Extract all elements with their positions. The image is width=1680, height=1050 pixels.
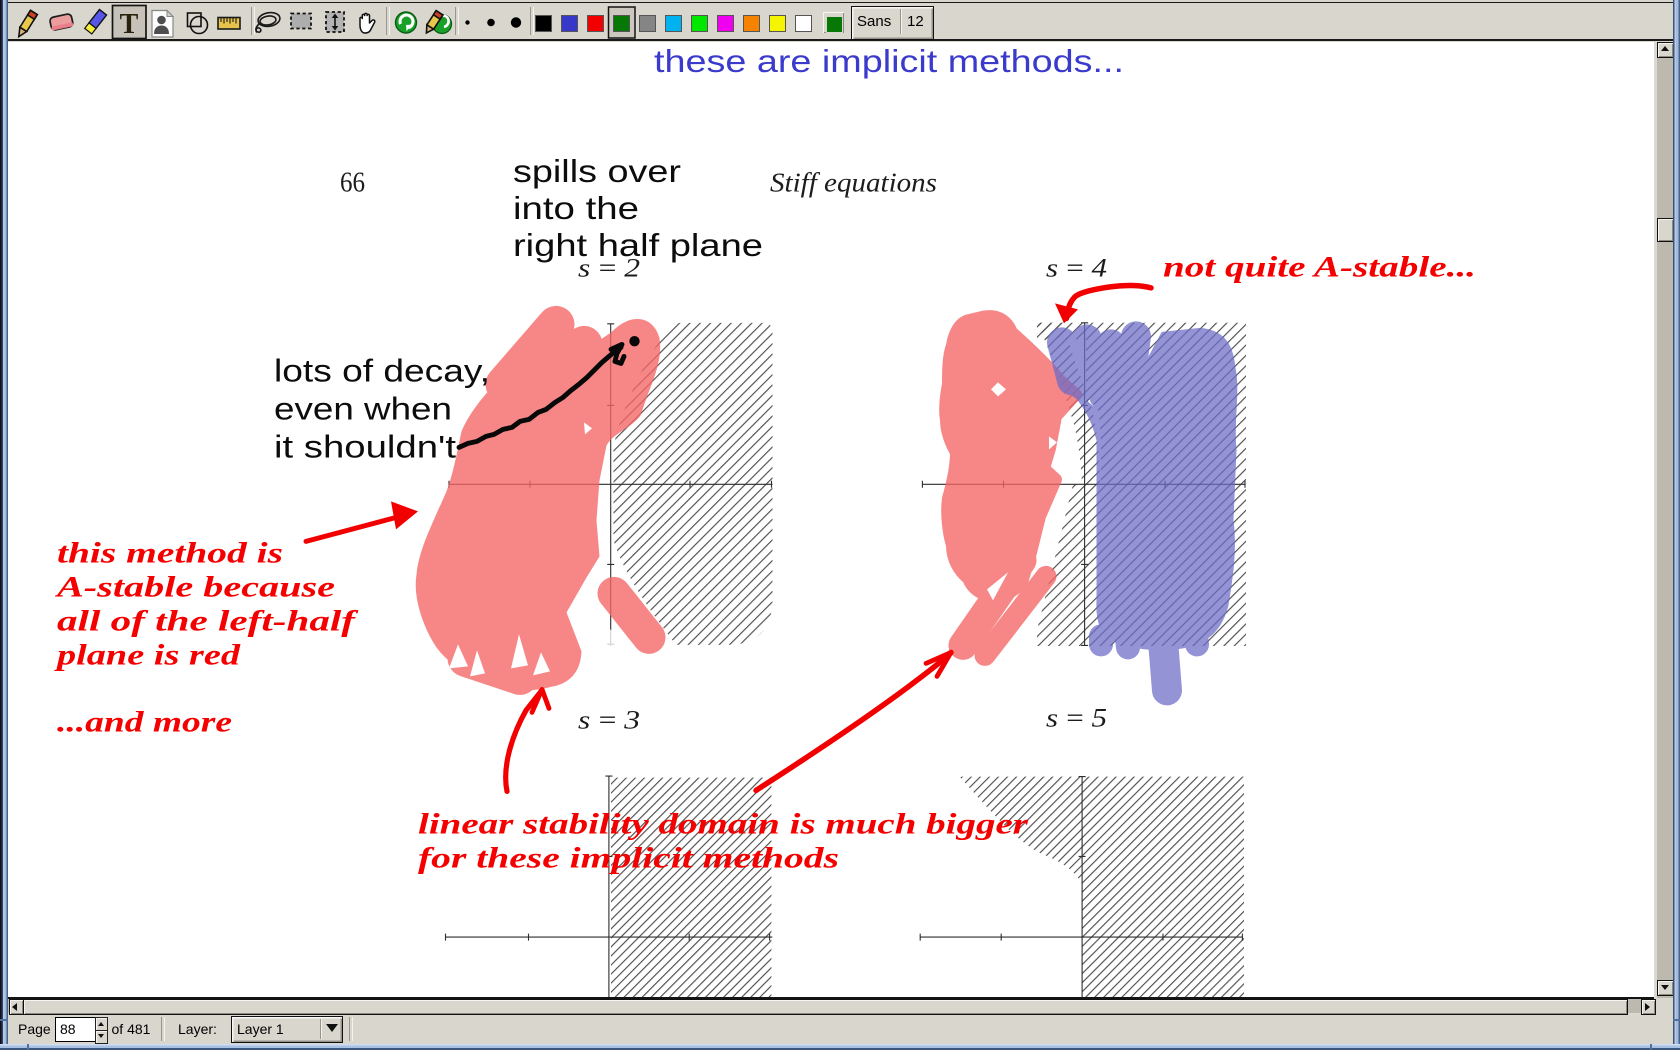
svg-text:all of the left-half: all of the left-half [57,604,359,637]
svg-text:T: T [120,9,139,40]
svg-text:this method is: this method is [57,536,283,569]
svg-text:right half plane: right half plane [513,226,763,262]
svg-text:not quite A-stable...: not quite A-stable... [1163,250,1476,283]
svg-text:plane is red: plane is red [53,638,241,671]
svg-text:Stiff equations: Stiff equations [770,167,937,197]
svg-text:these are implicit methods...: these are implicit methods... [654,42,1124,78]
svg-text:linear stability domain is muc: linear stability domain is much bigger [418,807,1028,840]
svg-text:s = 4: s = 4 [1046,253,1107,282]
svg-text:...and more: ...and more [57,705,232,738]
svg-text:A-stable because: A-stable because [54,570,335,603]
svg-text:s = 3: s = 3 [578,705,640,734]
svg-text:s = 5: s = 5 [1046,703,1107,732]
svg-text:spills over: spills over [513,152,681,188]
svg-text:into the: into the [513,189,639,225]
svg-text:66: 66 [340,167,365,198]
svg-text:it shouldn't: it shouldn't [274,428,456,464]
svg-text:lots of decay,: lots of decay, [274,352,490,388]
svg-text:for these implicit methods: for these implicit methods [418,841,839,874]
svg-text:even when: even when [274,390,452,426]
